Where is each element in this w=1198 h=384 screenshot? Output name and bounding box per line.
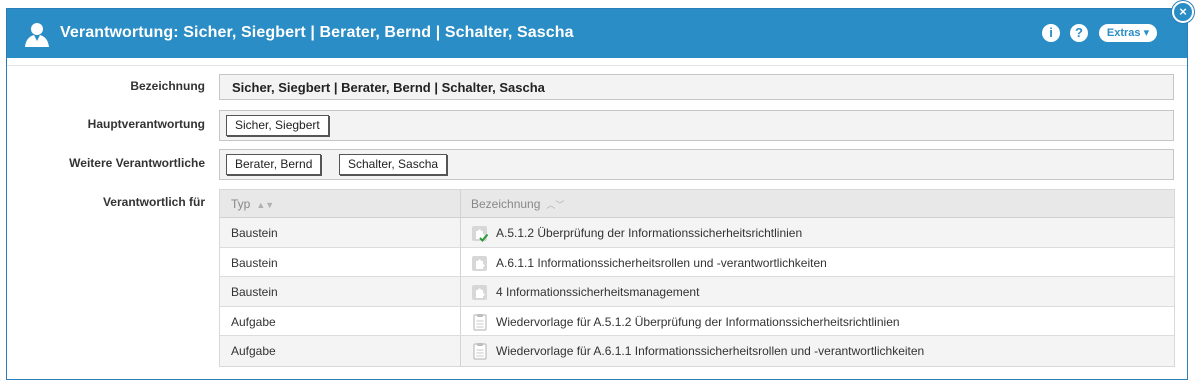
extras-button[interactable]: Extras ▾ [1099, 24, 1157, 42]
responsible-chip[interactable]: Berater, Bernd [226, 154, 322, 175]
bezeichnung-value: Sicher, Siegbert | Berater, Bernd | Scha… [232, 80, 545, 95]
responsibility-table: Typ ▲▼ Bezeichnung ︿﹀ Baustein A.5.1.2 Übe… [219, 189, 1175, 367]
cell-typ: Aufgabe [231, 314, 276, 329]
clipboard-icon [473, 343, 487, 360]
close-icon[interactable]: × [1172, 1, 1194, 23]
cell-bezeichnung[interactable]: A.6.1.1 Informationssicherheitsrollen un… [496, 256, 827, 270]
table-row[interactable]: Baustein A.6.1.1 Informationssicherheits… [220, 247, 1174, 277]
bezeichnung-field: Sicher, Siegbert | Berater, Bernd | Scha… [219, 74, 1174, 100]
divider [7, 65, 1187, 66]
column-divider [460, 277, 461, 306]
column-header-bezeichnung[interactable]: Bezeichnung ︿﹀ [471, 197, 564, 211]
help-icon[interactable]: ? [1070, 24, 1088, 42]
sort-icon[interactable]: ︿﹀ [546, 200, 564, 210]
table-header: Typ ▲▼ Bezeichnung ︿﹀ [220, 190, 1174, 218]
table-row[interactable]: Baustein A.5.1.2 Überprüfung der Informa… [220, 218, 1174, 248]
bezeichnung-label: Bezeichnung [130, 79, 205, 93]
puzzle-check-icon [472, 226, 489, 242]
column-divider [460, 336, 461, 366]
verantwortlich-fuer-label: Verantwortlich für [102, 195, 205, 209]
cell-bezeichnung[interactable]: Wiedervorlage für A.5.1.2 Überprüfung de… [496, 315, 900, 329]
column-divider [460, 306, 461, 335]
cell-typ: Aufgabe [231, 344, 276, 358]
cell-typ: Baustein [231, 255, 278, 270]
responsible-chip[interactable]: Schalter, Sascha [339, 154, 448, 175]
column-divider [460, 218, 461, 247]
sort-icon[interactable]: ▲▼ [256, 200, 274, 210]
puzzle-icon [472, 285, 487, 300]
cell-bezeichnung[interactable]: A.5.1.2 Überprüfung der Informationssich… [496, 226, 802, 240]
column-divider [460, 190, 461, 217]
column-divider [460, 247, 461, 276]
cell-bezeichnung[interactable]: Wiedervorlage für A.6.1.1 Informationssi… [496, 344, 924, 358]
user-icon [25, 23, 49, 47]
clipboard-icon [473, 313, 487, 331]
hauptverantwortung-field[interactable]: Sicher, Siegbert [219, 110, 1174, 141]
cell-bezeichnung[interactable]: 4 Informationssicherheitsmanagement [496, 285, 699, 299]
table-row[interactable]: Aufgabe Wiedervorlage für A.5.1.2 Überpr… [220, 306, 1174, 336]
weitere-verantwortliche-field[interactable]: Berater, Bernd Schalter, Sascha [219, 149, 1174, 180]
cell-typ: Baustein [231, 285, 278, 299]
table-row[interactable]: Baustein 4 Informationssicherheitsmanage… [220, 277, 1174, 307]
puzzle-icon [472, 255, 487, 271]
dialog-titlebar: Verantwortung: Sicher, Siegbert | Berate… [7, 9, 1187, 58]
dialog-title: Verantwortung: Sicher, Siegbert | Berate… [60, 24, 574, 41]
info-icon[interactable]: i [1042, 24, 1060, 42]
column-header-typ[interactable]: Typ ▲▼ [231, 197, 274, 211]
weitere-verantwortliche-label: Weitere Verantwortliche [69, 156, 205, 170]
responsible-chip[interactable]: Sicher, Siegbert [226, 115, 329, 136]
cell-typ: Baustein [231, 226, 278, 240]
hauptverantwortung-label: Hauptverantwortung [87, 117, 205, 131]
dialog-window: Verantwortung: Sicher, Siegbert | Berate… [6, 1, 1194, 380]
table-row[interactable]: Aufgabe Wiedervorlage für A.6.1.1 Inform… [220, 336, 1174, 366]
